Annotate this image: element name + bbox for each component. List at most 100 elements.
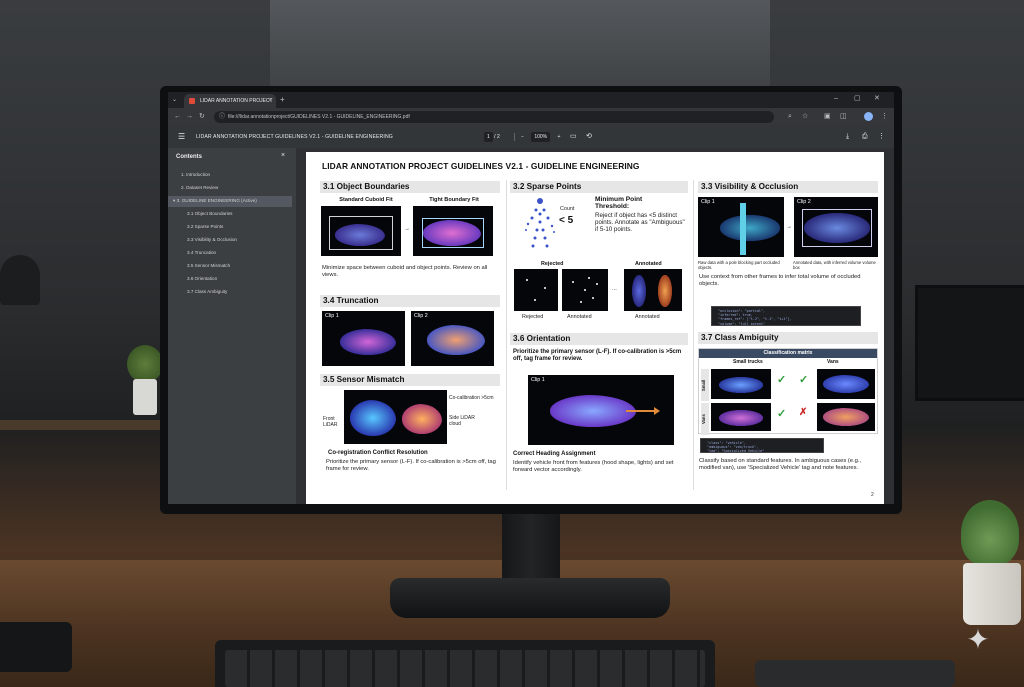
matrix-col-small-trucks: Small trucks xyxy=(733,359,763,365)
background-window xyxy=(270,0,770,90)
rejected-points-image xyxy=(514,269,558,311)
address-bar[interactable]: ⓘ file:///lidar.annotationproject/GUIDEL… xyxy=(214,111,774,123)
zoom-icon[interactable]: ⌕ xyxy=(788,111,792,123)
desk-pad xyxy=(0,622,72,672)
caption-annotated: Annotated xyxy=(635,314,660,320)
outline-item-3-5[interactable]: 3.5 Sensor Mismatch xyxy=(187,262,230,270)
threshold-title: Minimum Point Threshold: xyxy=(595,196,643,210)
minimize-icon[interactable]: – xyxy=(834,93,838,105)
pdf-favicon-icon xyxy=(189,98,195,104)
occlusion-code-snippet: "occlusion": "partial", "inferred": true… xyxy=(711,306,861,326)
caption-rejected: Rejected xyxy=(522,314,544,320)
page-total: / 2 xyxy=(494,134,500,140)
calibration-callout: Co-calibration >5cm xyxy=(449,395,494,401)
browser-toolbar: ← → ↻ ⓘ file:///lidar.annotationproject/… xyxy=(168,108,894,126)
extensions-icon[interactable]: ▣ xyxy=(824,111,831,123)
new-tab-button[interactable]: + xyxy=(280,94,285,106)
outline-item-label: 3. GUIDELINE ENGINEERING (Active) xyxy=(176,198,257,203)
van-image xyxy=(817,369,875,399)
section-3-7-body: Classify based on standard features. In … xyxy=(699,458,862,471)
clip-label: Clip 2 xyxy=(414,313,428,319)
matrix-row-vans: Vans xyxy=(701,403,709,435)
background-plant xyxy=(125,345,165,415)
section-3-1-body: Minimize space between cuboid and object… xyxy=(322,265,488,278)
tab-search-icon[interactable]: ⌄ xyxy=(172,94,177,106)
outline-item-3-2[interactable]: 3.2 Sparse Points xyxy=(187,223,223,231)
small-truck-image xyxy=(711,369,771,399)
zoom-in-button[interactable]: + xyxy=(558,134,561,140)
document-title: LIDAR ANNOTATION PROJECT GUIDELINES V2.1… xyxy=(322,161,640,171)
sidebar-panel-icon[interactable]: ◫ xyxy=(840,111,847,123)
outline-toggle-icon[interactable]: ☰ xyxy=(178,131,185,143)
outline-item-guideline-engineering[interactable]: ▾ 3. GUIDELINE ENGINEERING (Active) xyxy=(173,197,257,205)
bookmark-star-icon[interactable]: ☆ xyxy=(802,111,808,123)
pdf-document-title: LIDAR ANNOTATION PROJECT GUIDELINES V2.1… xyxy=(196,134,393,140)
section-3-2-heading: 3.2 Sparse Points xyxy=(510,181,688,193)
occlusion-clip-2-image: Clip 2 xyxy=(794,197,878,257)
page-number-input[interactable]: 1 xyxy=(484,132,493,142)
address-url: file:///lidar.annotationproject/GUIDELIN… xyxy=(228,114,410,120)
boundary-arrow: → xyxy=(404,226,410,232)
page-number: 2 xyxy=(871,492,874,498)
maximize-icon[interactable]: ▢ xyxy=(854,93,861,105)
outline-item-introduction[interactable]: 1. Introduction xyxy=(181,171,210,179)
fit-page-icon[interactable]: ▭ xyxy=(570,132,577,142)
annotated-figures-image xyxy=(624,269,682,311)
side-lidar-label: Side LiDAR cloud xyxy=(449,415,475,427)
tab-close-icon[interactable]: × xyxy=(268,94,272,108)
matrix-row-small: Small xyxy=(701,369,709,401)
outline-item-dataset-review[interactable]: 2. Dataset Review xyxy=(181,184,218,192)
menu-kebab-icon[interactable]: ⋮ xyxy=(881,111,888,123)
count-label: Count xyxy=(560,206,575,212)
sparkle-icon: ✦ xyxy=(966,624,990,655)
zoom-out-button[interactable]: − xyxy=(521,134,524,140)
pdf-menu-icon[interactable]: ⋮ xyxy=(878,132,885,142)
pdf-viewport[interactable]: LIDAR ANNOTATION PROJECT GUIDELINES V2.1… xyxy=(296,148,894,504)
section-3-4-heading: 3.4 Truncation xyxy=(320,295,500,307)
close-outline-icon[interactable]: × xyxy=(281,152,285,159)
download-icon[interactable]: ⤓ xyxy=(846,132,849,142)
outline-item-3-7[interactable]: 3.7 Class Ambiguity xyxy=(187,288,227,296)
section-3-5-heading: 3.5 Sensor Mismatch xyxy=(320,374,500,386)
screen: ⌄ LIDAR ANNOTATION PROJECT × + – ▢ ✕ ← →… xyxy=(168,92,894,504)
truncation-clip-2-image: Clip 2 xyxy=(411,311,494,366)
back-icon[interactable]: ← xyxy=(174,111,181,123)
forward-icon[interactable]: → xyxy=(186,111,193,123)
ellipsis: ... xyxy=(612,286,617,292)
print-icon[interactable]: ⎙ xyxy=(862,132,868,142)
monitor-stand-base xyxy=(390,578,670,618)
outline-heading: Contents xyxy=(176,154,202,160)
close-window-icon[interactable]: ✕ xyxy=(874,93,880,105)
section-3-5-subheading: Co-registration Conflict Resolution xyxy=(328,450,428,456)
outline-item-3-1[interactable]: 3.1 Object Boundaries xyxy=(187,210,232,218)
orientation-image: Clip 1 xyxy=(528,375,674,445)
column-divider xyxy=(693,180,694,490)
top-annotated-label: Annotated xyxy=(635,261,662,267)
section-3-6-heading: 3.6 Orientation xyxy=(510,333,688,345)
outline-item-3-4[interactable]: 3.4 Truncation xyxy=(187,249,216,257)
outline-item-3-3[interactable]: 3.3 Visibility & Occlusion xyxy=(187,236,237,244)
match-check-icon: ✓ xyxy=(777,408,787,420)
count-value: < 5 xyxy=(559,215,574,226)
background-shelf xyxy=(0,420,170,430)
column-divider xyxy=(506,180,507,490)
profile-avatar[interactable] xyxy=(864,112,873,121)
outline-item-3-6[interactable]: 3.6 Orientation xyxy=(187,275,217,283)
tab-title: LIDAR ANNOTATION PROJECT xyxy=(200,98,273,104)
occlusion-arrow: → xyxy=(786,224,792,230)
zoom-input[interactable]: 100% xyxy=(531,132,551,142)
sensor-mismatch-image xyxy=(344,390,447,444)
browser-tab[interactable]: LIDAR ANNOTATION PROJECT × xyxy=(184,94,276,108)
file-info-icon: ⓘ xyxy=(219,114,226,120)
rotate-icon[interactable]: ⟲ xyxy=(586,132,592,142)
matrix-col-vans: Vans xyxy=(827,359,839,365)
toolbar-divider xyxy=(514,133,515,141)
annotated-points-image xyxy=(562,269,608,311)
front-lidar-label: Front LiDAR xyxy=(323,416,338,428)
occlusion-caption-2: Annotated data, with inferred volume vol… xyxy=(793,260,876,270)
page-indicator: 1 / 2 xyxy=(484,132,500,142)
keyboard xyxy=(215,640,715,687)
reload-icon[interactable]: ↻ xyxy=(199,111,205,123)
section-3-6-subheading: Correct Heading Assignment xyxy=(513,451,596,457)
tight-boundary-label: Tight Boundary Fit xyxy=(429,197,479,203)
